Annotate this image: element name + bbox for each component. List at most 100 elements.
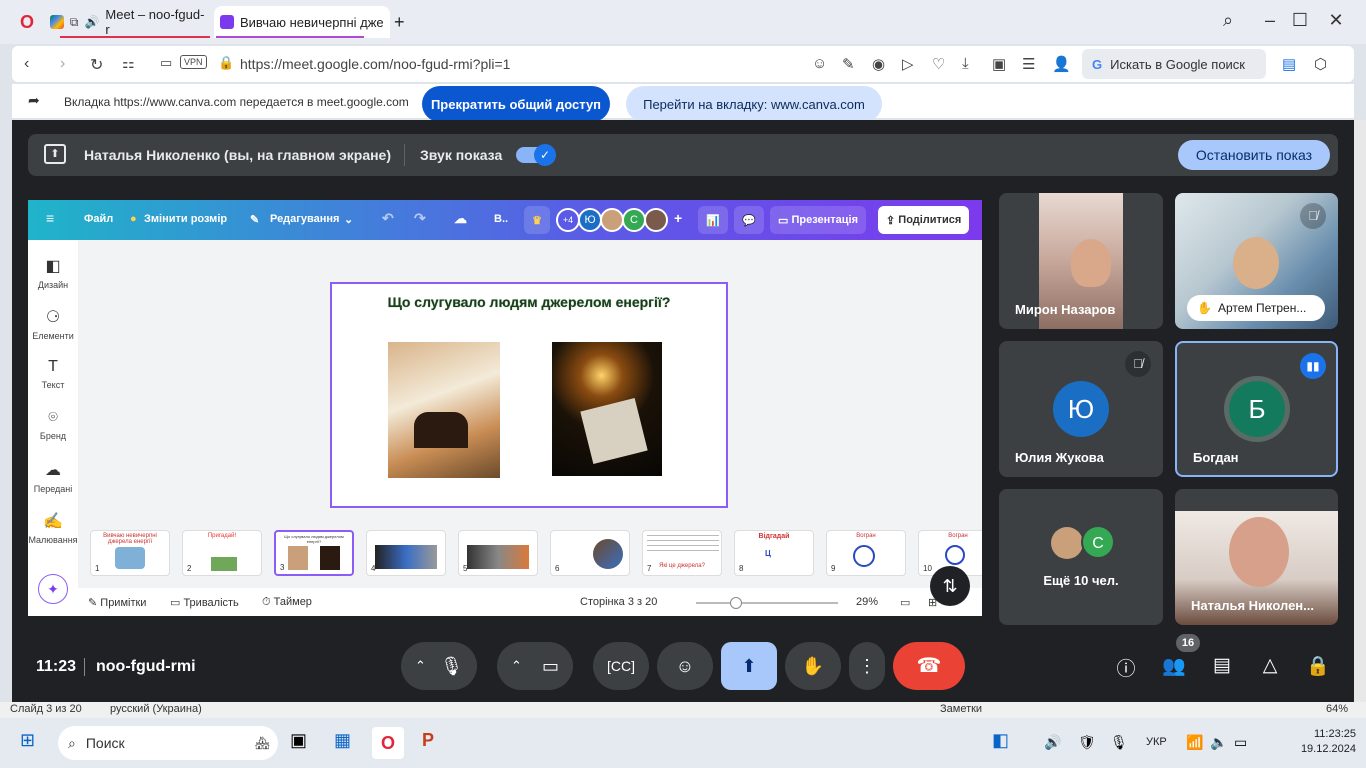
heart-icon[interactable]: ♡ (932, 55, 945, 73)
avatar-s[interactable]: С (622, 208, 646, 232)
back-button[interactable]: ‹ (24, 55, 29, 73)
opera-taskbar-icon[interactable]: O (372, 727, 404, 759)
thumbnail-2[interactable]: Пригадай! 2 (182, 530, 262, 576)
leave-call-button[interactable]: ☎ (893, 642, 965, 690)
edit-icon[interactable]: ✎ (842, 55, 855, 73)
add-collaborator-icon[interactable]: + (674, 210, 682, 226)
windows-start-icon[interactable]: ⊞ (20, 730, 35, 751)
maximize-button[interactable]: ☐ (1286, 10, 1314, 31)
goto-tab-button[interactable]: Перейти на вкладку: www.canva.com (626, 86, 882, 122)
store-icon[interactable]: ▦ (334, 730, 351, 751)
minimize-button[interactable]: – (1256, 10, 1284, 31)
duration-button[interactable]: ▭ Тривалість (170, 596, 239, 609)
reactions-button[interactable]: ☺ (657, 642, 713, 690)
image-candle[interactable] (552, 342, 662, 476)
speed-dial-icon[interactable]: ⚏ (122, 55, 135, 72)
undo-icon[interactable]: ↶ (382, 210, 394, 227)
meeting-info-icon[interactable]: ⓘ (1113, 654, 1139, 681)
battery-icon[interactable]: ▭ (1234, 734, 1247, 751)
opera-logo-icon[interactable]: O (14, 6, 40, 38)
canva-pro-button[interactable]: ♛ (524, 206, 550, 234)
notes-label[interactable]: Заметки (940, 703, 982, 715)
canva-resize[interactable]: Змінити розмір (144, 213, 227, 225)
avatar-photo-2[interactable] (644, 208, 668, 232)
activities-icon[interactable]: △ (1257, 654, 1283, 677)
thumbnail-4[interactable]: 4 (366, 530, 446, 576)
input-language[interactable]: УКР (1146, 736, 1167, 748)
google-search-box[interactable]: G Искать в Google поиск (1082, 49, 1266, 79)
tile-yulia[interactable]: Ю 🎙̸ Юлия Жукова (999, 341, 1163, 477)
host-controls-icon[interactable]: 🔒 (1305, 654, 1331, 678)
canva-editing[interactable]: Редагування (270, 213, 339, 225)
speaker-icon[interactable]: 🔊 (84, 15, 99, 29)
thumbnail-6[interactable]: 6 (550, 530, 630, 576)
zoom-slider[interactable] (696, 597, 838, 609)
thumbnail-5[interactable]: 5 (458, 530, 538, 576)
tile-natalia[interactable]: Наталья Николен... (1175, 489, 1338, 625)
mic-tray-icon[interactable]: 🎙 (1110, 734, 1128, 751)
speaker-icon[interactable]: 🔈 (1210, 734, 1227, 751)
snapshot-icon[interactable]: ◉ (872, 55, 885, 73)
people-icon[interactable]: 👥 (1161, 654, 1187, 678)
share-sound-toggle[interactable]: ✓ (516, 144, 556, 166)
widgets-icon[interactable]: ◧ (992, 730, 1009, 751)
sidebar-panel-icon[interactable]: ▤ (1282, 55, 1296, 73)
security-tray-icon[interactable]: 🛡 (1078, 734, 1096, 751)
raise-hand-button[interactable]: ✋ (785, 642, 841, 690)
tile-more-people[interactable]: С Ещё 10 чел. (999, 489, 1163, 625)
insights-icon[interactable]: 📊 (698, 206, 728, 234)
camera-indicator-icon[interactable]: ▭ (160, 55, 172, 71)
url-field[interactable]: https://meet.google.com/noo-fgud-rmi?pli… (240, 56, 510, 72)
search-tabs-icon[interactable]: ⌕ (1214, 10, 1242, 31)
tab-meet[interactable]: ⧉ 🔊 Meet – noo-fgud-r (44, 6, 214, 38)
notes-button[interactable]: ✎ Примітки (88, 596, 146, 609)
easy-setup-icon[interactable]: ☰ (1022, 55, 1035, 73)
taskbar-search[interactable]: ⌕ Поиск 🏘 (58, 726, 278, 760)
tile-miron[interactable]: Мирон Назаров (999, 193, 1163, 329)
task-view-icon[interactable]: ▣ (290, 730, 307, 751)
extensions-icon[interactable]: ⬡ (1314, 55, 1327, 73)
tray-clock[interactable]: 11:23:25 19.12.2024 (1266, 727, 1356, 757)
side-text[interactable]: T Текст (28, 358, 78, 390)
flow-icon[interactable]: ▷ (902, 55, 914, 73)
new-tab-button[interactable]: + (388, 6, 411, 38)
thumbnail-7[interactable]: Які це джерела? 7 (642, 530, 722, 576)
reload-button[interactable]: ↻ (90, 55, 103, 75)
picture-in-picture-icon[interactable]: ⧉ (70, 15, 79, 30)
side-elements[interactable]: ⚆ Елементи (28, 307, 78, 341)
redo-icon[interactable]: ↷ (414, 210, 426, 227)
timer-button[interactable]: ⏱ Таймер (262, 596, 312, 609)
profile-icon[interactable]: 👤 (1052, 55, 1071, 73)
tab-canva[interactable]: Вивчаю невичерпні дже (214, 6, 390, 38)
tile-bogdan[interactable]: Б ▮▮ Богдан (1175, 341, 1338, 477)
stop-sharing-button[interactable]: Прекратить общий доступ (422, 86, 610, 122)
close-window-button[interactable]: ✕ (1322, 10, 1350, 31)
collaborators-more[interactable]: +4 (556, 208, 580, 232)
captions-button[interactable]: [CC] (593, 642, 649, 690)
volume-tray-icon[interactable]: 🔊 (1044, 734, 1061, 751)
chat-icon[interactable]: ▤ (1209, 654, 1235, 677)
cloud-save-icon[interactable]: ☁ (454, 211, 467, 227)
comment-icon[interactable]: 💬 (734, 206, 764, 234)
avatar-photo-1[interactable] (600, 208, 624, 232)
canva-present-button[interactable]: ▭ Презентація (770, 206, 867, 234)
present-button[interactable]: ⬆ (721, 642, 777, 690)
menu-icon[interactable]: ≡ (46, 210, 54, 226)
wallet-icon[interactable]: ▣ (992, 55, 1006, 73)
chevron-down-icon[interactable]: ⌄ (344, 213, 353, 226)
lock-icon[interactable]: 🔒 (218, 55, 234, 71)
emoji-icon[interactable]: ☺ (812, 55, 827, 72)
camera-options-button[interactable]: ⌃ ▭ (497, 642, 573, 690)
stop-presenting-button[interactable]: Остановить показ (1178, 140, 1330, 170)
side-brand[interactable]: ⌾ Бренд (28, 409, 78, 441)
slide-canvas[interactable]: Що слугувало людям джерелом енергії? (330, 282, 728, 508)
zoom-slider-knob[interactable] (730, 597, 742, 609)
page-view-icon[interactable]: ▭ (900, 596, 910, 609)
thumbnail-8[interactable]: Відгадай Ц 8 (734, 530, 814, 576)
scrollbar[interactable] (1354, 120, 1366, 702)
thumbnail-9[interactable]: Вогран 9 (826, 530, 906, 576)
canva-file-menu[interactable]: Файл (84, 213, 113, 225)
powerpoint-taskbar-icon[interactable]: P (422, 730, 434, 751)
scroll-arrows-icon[interactable]: ⇅ (930, 566, 970, 606)
image-stove[interactable] (388, 342, 500, 478)
